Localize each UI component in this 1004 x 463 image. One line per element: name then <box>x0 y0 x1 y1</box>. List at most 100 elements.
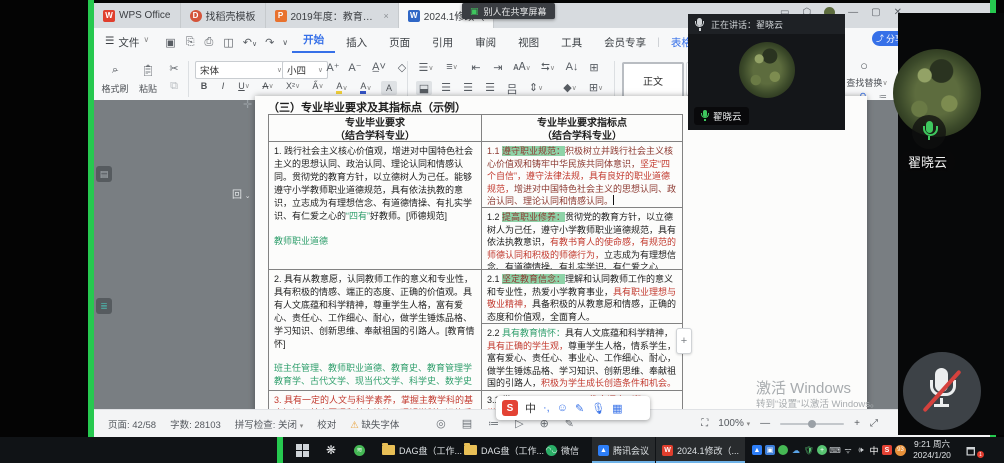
ime-emoji-icon[interactable]: ☺ <box>557 402 568 414</box>
zoom-slider[interactable] <box>780 423 844 425</box>
tray-launcher-icon[interactable]: ⌨ <box>830 445 840 455</box>
taskbar-wechat[interactable]: ◠◡微信 <box>540 437 585 463</box>
cut-icon[interactable]: ✂ <box>166 62 182 75</box>
ime-chinese-mode[interactable]: 中 <box>525 400 536 416</box>
decrease-font-icon[interactable]: A⁻ <box>347 61 363 74</box>
char-scale-icon[interactable]: 🗚∨ <box>512 61 532 74</box>
taskbar-tencent-meeting[interactable]: ▲腾讯会议 <box>592 437 655 463</box>
border-icon[interactable]: ⊞∨ <box>586 81 606 94</box>
text-effects-icon[interactable]: A̲˅ <box>369 61 389 73</box>
superscript-icon[interactable]: X²∨ <box>283 81 303 91</box>
print-icon[interactable]: ⎙ <box>205 36 214 49</box>
taskbar-wps-task[interactable]: W2024.1修改（... <box>656 437 745 463</box>
sort-icon[interactable]: A↓ <box>564 61 580 73</box>
zoom-slider-knob[interactable] <box>808 420 816 428</box>
fit-page-icon[interactable]: ⛶ <box>701 418 708 429</box>
align-center-icon[interactable]: ☰ <box>438 81 454 94</box>
char-shading-icon[interactable]: A <box>381 81 397 95</box>
export-icon[interactable]: ⎘ <box>186 36 195 49</box>
font-size-select[interactable]: 小四∨ <box>282 61 328 79</box>
redo-icon[interactable]: ↷ <box>265 36 274 49</box>
spellcheck-toggle[interactable]: 拼写检查: 关闭 ▾ <box>235 417 303 431</box>
cell-requirement-1[interactable]: 1. 践行社会主义核心价值观，增进对中国特色社会主义的思想认同、政治认同、理论认… <box>269 142 481 270</box>
copy-icon[interactable]: ⧉ <box>166 80 182 93</box>
find-replace-button[interactable]: 查找替换∨ <box>838 76 896 89</box>
page-view-icon[interactable]: ▤ <box>462 417 472 430</box>
tab-presentation[interactable]: P 2019年度：教育学院小教党支部课件 × <box>266 3 399 28</box>
align-left-icon[interactable]: ⬓ <box>416 81 432 95</box>
network-icon[interactable]: ᯤ <box>843 445 853 455</box>
menu-view[interactable]: 视图 <box>507 35 550 50</box>
distribute-icon[interactable]: 吕 <box>504 81 520 97</box>
cell-indicator-2-1[interactable]: 2.1 坚定教育信念：理解和认同教师工作的意义和专业性，热爱小学教育事业，具有职… <box>482 270 682 324</box>
quickbar-dropdown-icon[interactable]: ∨ <box>282 38 288 47</box>
ime-keyboard-icon[interactable]: ▦ <box>612 402 622 415</box>
taskbar-folder-1[interactable]: DAG盘（工作... <box>376 437 468 463</box>
cell-indicator-1-2[interactable]: 1.2 提高职业修养：贯彻党的教育方针，以立德树人为己任，遵守小学教师职业道德规… <box>482 208 682 270</box>
text-direction-icon[interactable]: ⮀∨ <box>538 61 558 74</box>
save-icon[interactable]: ▣ <box>165 36 175 49</box>
zoom-level[interactable]: 100% ▾ <box>718 418 750 429</box>
taskbar-folder-2[interactable]: DAG盘（工作... <box>458 437 550 463</box>
maximize-button[interactable]: ▢ <box>871 7 880 18</box>
pinwheel-app-icon[interactable]: ❋ <box>320 437 342 463</box>
tab-close-icon[interactable]: × <box>384 11 389 21</box>
start-button[interactable] <box>290 437 315 463</box>
format-painter-button[interactable]: ⌕̶ <box>100 59 130 81</box>
menu-review[interactable]: 审阅 <box>464 35 507 50</box>
tab-wps-home[interactable]: W WPS Office <box>94 3 181 28</box>
highlight-color-icon[interactable]: A∨ <box>333 81 351 94</box>
ime-indicator[interactable]: 中 <box>869 445 879 455</box>
preview-icon[interactable]: ◫ <box>223 36 233 49</box>
phonetic-guide-icon[interactable]: A̋∨ <box>309 81 327 91</box>
table-add-row-button[interactable]: + <box>676 328 692 354</box>
table-move-handle[interactable]: ✛ <box>243 98 252 111</box>
paste-button[interactable]: 📋︎ <box>134 59 162 81</box>
menu-tools[interactable]: 工具 <box>550 35 593 50</box>
increase-indent-icon[interactable]: ⇥ <box>490 61 506 74</box>
ime-punctuation-icon[interactable]: ·, <box>543 402 550 414</box>
proofread-button[interactable]: 校对 <box>317 417 336 431</box>
menu-member[interactable]: 会员专享 <box>593 35 657 50</box>
justify-icon[interactable]: ☰ <box>482 81 498 94</box>
menu-insert[interactable]: 插入 <box>335 35 378 50</box>
eye-view-icon[interactable]: ◎ <box>436 417 446 430</box>
cell-indicator-1-1[interactable]: 1.1 遵守职业规范：积极树立并践行社会主义核心价值观和铸牢中华民族共同体意识，… <box>482 142 682 208</box>
missing-font-warning[interactable]: ⚠ 缺失字体 <box>350 417 399 431</box>
ime-mic-icon[interactable]: 🎙︎ <box>591 402 605 415</box>
file-menu[interactable]: ☰ 文件 ∨ <box>94 35 160 50</box>
tab-docer[interactable]: D 找稻壳模板 <box>181 3 266 28</box>
tray-cloud-icon[interactable]: ☁ <box>791 445 801 455</box>
undo-icon[interactable]: ↶∨ <box>243 36 257 49</box>
meeting-mini-panel[interactable]: 正在讲话：翟晓云 翟晓云 <box>688 14 845 130</box>
search-icon[interactable]: ○ <box>854 58 874 73</box>
canvas-tool-icon[interactable]: ▤ <box>96 166 112 182</box>
align-right-icon[interactable]: ☰ <box>460 81 476 94</box>
minimize-button[interactable]: — <box>848 7 858 18</box>
tray-shield-icon[interactable]: 🛡︎ <box>804 445 814 455</box>
cell-requirement-2[interactable]: 2. 具有从教意愿，认同教师工作的意义和专业性，具有积极的情感、端正的态度、正确… <box>269 270 481 391</box>
fullscreen-icon[interactable]: ⤢ <box>870 418 878 429</box>
tray-plus-icon[interactable]: + <box>817 445 827 455</box>
sogou-logo-icon[interactable]: S <box>502 400 518 416</box>
comment-toggle-icon[interactable]: 回 ⌄ <box>232 186 251 201</box>
font-color-icon[interactable]: A∨ <box>357 81 375 94</box>
tray-sogou-icon[interactable]: S <box>882 445 892 455</box>
tray-green-icon[interactable] <box>778 445 788 455</box>
italic-button[interactable]: I <box>217 81 229 91</box>
menu-page[interactable]: 页面 <box>378 35 421 50</box>
zoom-out-button[interactable]: — <box>760 418 770 429</box>
mute-microphone-button[interactable] <box>903 352 981 430</box>
underline-button[interactable]: U∨ <box>235 81 253 91</box>
numbering-icon[interactable]: ≡∨ <box>442 61 462 73</box>
menu-home[interactable]: 开始 <box>292 32 335 53</box>
green-circle-app-icon[interactable]: ≋ <box>348 437 371 463</box>
symbol-grid-icon[interactable]: ⊞ <box>586 61 602 74</box>
shading-icon[interactable]: ◆∨ <box>560 81 580 94</box>
bullets-icon[interactable]: ☰∨ <box>416 61 436 74</box>
cell-indicator-2-2[interactable]: 2.2 具有教育情怀：具有人文底蕴和科学精神，具有正确的学生观，尊重学生人格，情… <box>482 324 682 391</box>
volume-icon[interactable]: 🕪 <box>856 445 866 455</box>
ime-pen-icon[interactable]: ✎ <box>575 402 584 415</box>
word-count[interactable]: 字数: 28103 <box>170 417 221 431</box>
tray-window-icon[interactable]: ▣ <box>765 445 775 455</box>
